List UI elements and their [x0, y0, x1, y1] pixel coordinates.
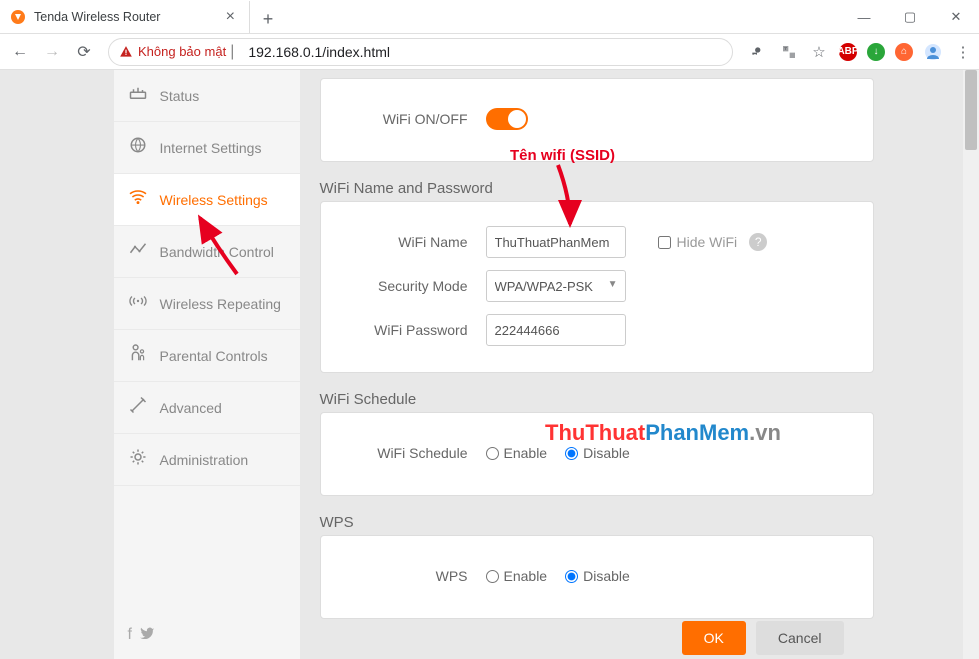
scrollbar-thumb[interactable]	[965, 70, 977, 150]
ext-coccoc-icon[interactable]: ⌂	[895, 43, 913, 61]
wps-disable-radio[interactable]	[565, 570, 578, 583]
page-scrollbar[interactable]	[963, 70, 979, 659]
schedule-enable-option[interactable]: Enable	[486, 445, 548, 461]
annotation-ssid-label: Tên wifi (SSID)	[510, 147, 615, 164]
sidebar-item-label: Wireless Settings	[160, 192, 268, 208]
warning-triangle-icon	[119, 45, 133, 59]
tab-favicon-icon	[10, 9, 26, 25]
url-input[interactable]: Không bảo mật | 192.168.0.1/index.html	[108, 38, 733, 66]
bandwidth-icon	[128, 242, 148, 261]
sidebar-item-internet[interactable]: Internet Settings	[114, 122, 300, 174]
watermark: ThuThuatPhanMem.vn	[545, 420, 781, 446]
not-secure-badge[interactable]: Không bảo mật	[119, 44, 226, 59]
ok-button[interactable]: OK	[682, 621, 746, 655]
sidebar-item-wireless[interactable]: Wireless Settings	[114, 174, 300, 226]
security-mode-select[interactable]	[486, 270, 626, 302]
sidebar-item-label: Wireless Repeating	[160, 296, 281, 312]
sidebar-item-label: Status	[160, 88, 200, 104]
facebook-icon[interactable]: f	[128, 626, 132, 644]
sidebar-item-label: Administration	[160, 452, 249, 468]
sidebar-item-advanced[interactable]: Advanced	[114, 382, 300, 434]
window-minimize-button[interactable]: —	[841, 1, 887, 33]
wifi-name-label: WiFi Name	[341, 234, 486, 250]
wifi-password-label: WiFi Password	[341, 322, 486, 338]
ext-idm-icon[interactable]: ↓	[867, 43, 885, 61]
wifi-name-input[interactable]	[486, 226, 626, 258]
new-tab-button[interactable]: +	[254, 5, 282, 33]
nav-forward-button: →	[38, 38, 66, 66]
sidebar-item-admin[interactable]: Administration	[114, 434, 300, 486]
window-controls: — ▢ ✕	[841, 1, 979, 33]
repeater-icon	[128, 293, 148, 314]
schedule-row-label: WiFi Schedule	[341, 445, 486, 461]
tab-title: Tenda Wireless Router	[34, 10, 222, 24]
page-viewport: Status Internet Settings Wireless Settin…	[0, 70, 979, 659]
sidebar-item-label: Bandwidth Control	[160, 244, 274, 260]
wifi-onoff-toggle[interactable]	[486, 108, 528, 130]
gear-icon	[128, 448, 148, 471]
sidebar-item-label: Internet Settings	[160, 140, 262, 156]
sidebar-item-parental[interactable]: Parental Controls	[114, 330, 300, 382]
window-maximize-button[interactable]: ▢	[887, 1, 933, 33]
profile-avatar-icon[interactable]	[923, 42, 943, 62]
sidebar-social-footer: f	[114, 616, 300, 654]
sidebar-item-repeating[interactable]: Wireless Repeating	[114, 278, 300, 330]
footer-button-bar: OK Cancel	[682, 621, 844, 655]
hide-wifi-label: Hide WiFi	[677, 234, 738, 250]
hide-wifi-checkbox[interactable]	[658, 236, 671, 249]
tools-icon	[128, 396, 148, 419]
section-title-wps: WPS	[320, 514, 874, 531]
twitter-icon[interactable]	[140, 626, 154, 644]
sidebar-item-label: Parental Controls	[160, 348, 268, 364]
browser-tab[interactable]: Tenda Wireless Router ×	[0, 1, 250, 33]
wifi-icon	[128, 189, 148, 210]
browser-addressbar: ← → ⟳ Không bảo mật | 192.168.0.1/index.…	[0, 34, 979, 70]
security-mode-label: Security Mode	[341, 278, 486, 294]
translate-icon[interactable]	[779, 42, 799, 62]
tab-close-icon[interactable]: ×	[222, 8, 239, 26]
wifi-onoff-label: WiFi ON/OFF	[341, 111, 486, 127]
schedule-enable-radio[interactable]	[486, 447, 499, 460]
url-text: 192.168.0.1/index.html	[248, 44, 390, 60]
help-icon[interactable]: ?	[749, 233, 767, 251]
wps-enable-radio[interactable]	[486, 570, 499, 583]
sidebar: Status Internet Settings Wireless Settin…	[114, 70, 300, 659]
key-icon[interactable]	[749, 42, 769, 62]
globe-icon	[128, 136, 148, 159]
browser-titlebar: Tenda Wireless Router × + — ▢ ✕	[0, 0, 979, 34]
cancel-button[interactable]: Cancel	[756, 621, 844, 655]
card-name-pwd: WiFi Name Hide WiFi ? Security Mode	[320, 201, 874, 373]
parental-icon	[128, 344, 148, 367]
wps-disable-option[interactable]: Disable	[565, 568, 630, 584]
bookmark-star-icon[interactable]: ☆	[809, 42, 829, 62]
ext-adblock-icon[interactable]: ABP	[839, 43, 857, 61]
window-close-button[interactable]: ✕	[933, 1, 979, 33]
sidebar-item-status[interactable]: Status	[114, 70, 300, 122]
schedule-disable-option[interactable]: Disable	[565, 445, 630, 461]
wps-row-label: WPS	[341, 568, 486, 584]
wifi-password-input[interactable]	[486, 314, 626, 346]
nav-back-button[interactable]: ←	[6, 38, 34, 66]
section-title-schedule: WiFi Schedule	[320, 391, 874, 408]
router-admin-container: Status Internet Settings Wireless Settin…	[114, 70, 874, 659]
not-secure-label: Không bảo mật	[138, 44, 226, 59]
sidebar-item-bandwidth[interactable]: Bandwidth Control	[114, 226, 300, 278]
schedule-disable-radio[interactable]	[565, 447, 578, 460]
wps-enable-option[interactable]: Enable	[486, 568, 548, 584]
browser-menu-icon[interactable]: ⋮	[953, 42, 973, 62]
card-wps: WPS Enable Disable	[320, 535, 874, 619]
nav-reload-button[interactable]: ⟳	[70, 38, 98, 66]
sidebar-item-label: Advanced	[160, 400, 222, 416]
status-icon	[128, 86, 148, 105]
hide-wifi-wrap[interactable]: Hide WiFi ?	[658, 233, 768, 251]
section-title-name-pwd: WiFi Name and Password	[320, 180, 874, 197]
